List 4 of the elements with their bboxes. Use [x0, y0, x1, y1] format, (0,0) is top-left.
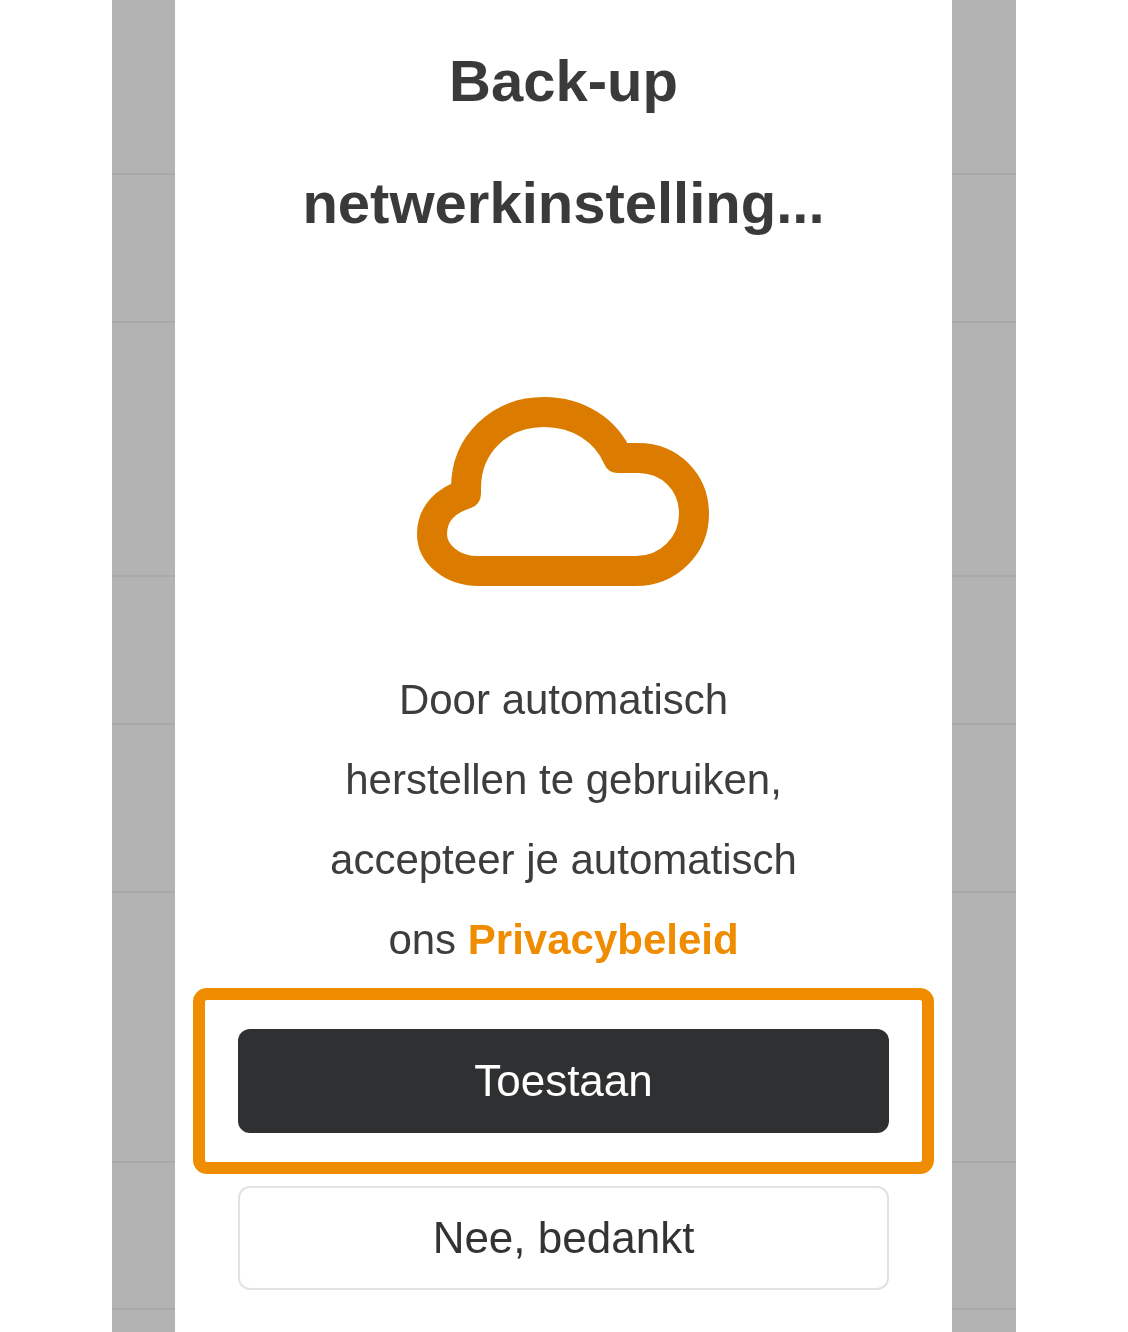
dialog-title: Back-up netwerkinstelling... [301, 47, 826, 237]
consent-message: Door automatisch herstellen te gebruiken, accepteer je automatisch ons Privacybeleid [329, 675, 798, 965]
allow-button[interactable]: Toestaan [238, 1029, 889, 1133]
decline-button[interactable]: Nee, bedankt [238, 1186, 889, 1290]
